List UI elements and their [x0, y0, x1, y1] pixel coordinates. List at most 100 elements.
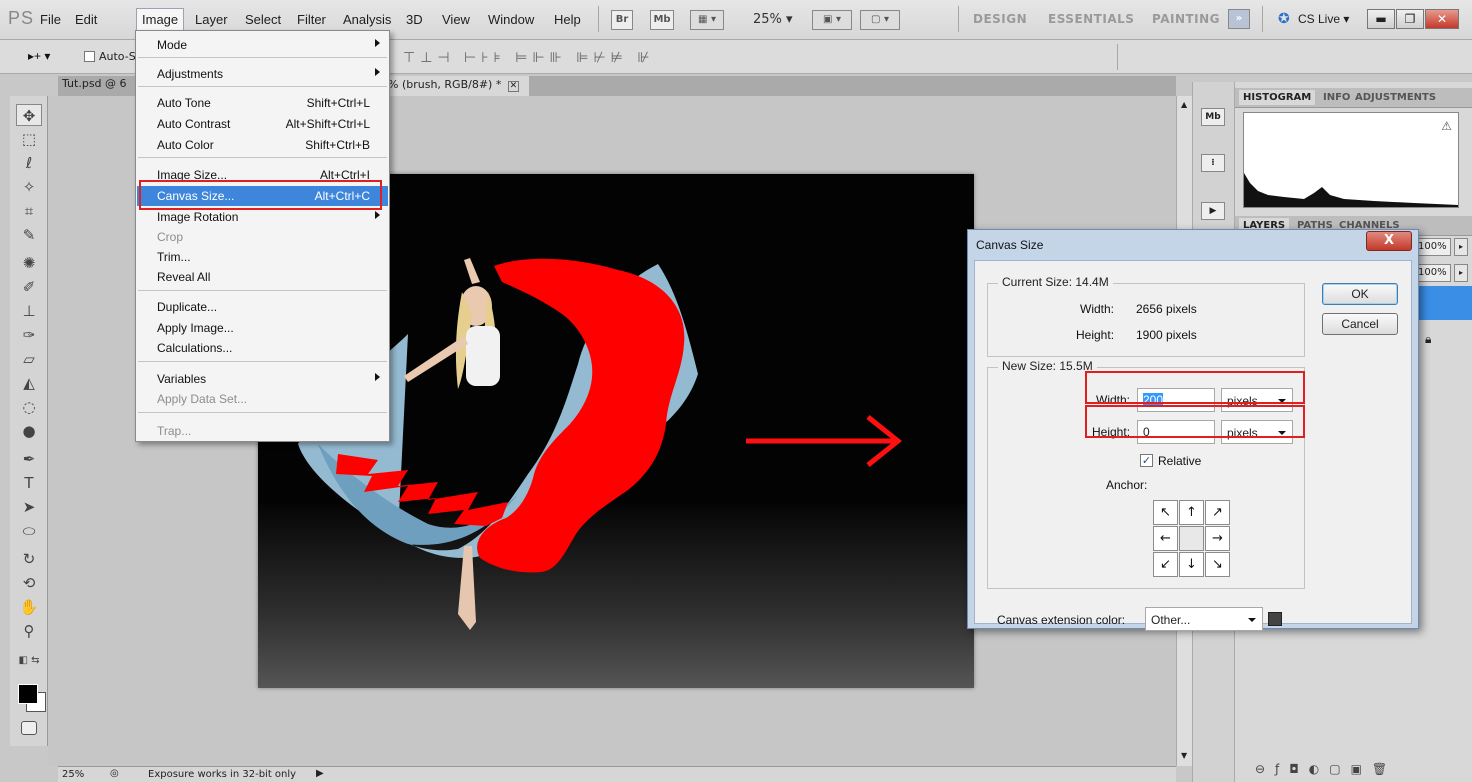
spot-healing-tool-icon[interactable]: ✺	[16, 252, 42, 274]
quick-mask-icon[interactable]	[21, 721, 37, 735]
anchor-cell-6[interactable]: ↙	[1153, 552, 1178, 577]
tool-preset-picker[interactable]: ▸+ ▾	[28, 49, 50, 63]
3d-rotate-tool-icon[interactable]: ↻	[16, 548, 42, 570]
eraser-tool-icon[interactable]: ▱	[16, 348, 42, 370]
paint-bucket-tool-icon[interactable]: ◭	[16, 372, 42, 394]
anchor-cell-4[interactable]	[1179, 526, 1204, 551]
menu-window[interactable]: Window	[488, 12, 534, 27]
close-tab-icon[interactable]: ✕	[507, 81, 519, 92]
menu-file[interactable]: File	[40, 12, 61, 27]
shape-tool-icon[interactable]: ⬭	[16, 520, 42, 542]
anchor-cell-2[interactable]: ↗	[1205, 500, 1230, 525]
auto-select-checkbox[interactable]	[84, 51, 95, 62]
menu-select[interactable]: Select	[245, 12, 281, 27]
menu-item-duplicate[interactable]: Duplicate...	[137, 297, 388, 317]
menu-item-calculations[interactable]: Calculations...	[137, 338, 388, 358]
document-tab-active[interactable]: % (brush, RGB/8#) * ✕	[378, 76, 529, 96]
document-tab-tut[interactable]: Tut.psd @ 6	[62, 77, 127, 90]
menu-item-mode[interactable]: Mode	[137, 35, 388, 55]
workspace-essentials[interactable]: ESSENTIALS	[1048, 12, 1134, 26]
arrange-documents-button[interactable]: ▣ ▾	[812, 10, 852, 30]
workspace-design[interactable]: DESIGN	[973, 12, 1027, 26]
menu-filter[interactable]: Filter	[297, 12, 326, 27]
crop-tool-icon[interactable]: ⌗	[16, 200, 42, 222]
tab-histogram[interactable]: HISTOGRAM	[1239, 90, 1316, 105]
menu-view[interactable]: View	[442, 12, 470, 27]
zoom-tool-icon[interactable]: ⚲	[16, 620, 42, 642]
extension-color-swatch[interactable]	[1268, 612, 1282, 626]
anchor-cell-5[interactable]: →	[1205, 526, 1230, 551]
menu-item-image-rotation[interactable]: Image Rotation	[137, 207, 388, 227]
type-tool-icon[interactable]: T	[16, 472, 42, 494]
actions-panel-icon[interactable]: ▶	[1201, 202, 1225, 220]
zoom-level-menu[interactable]: 25% ▾	[753, 12, 793, 27]
workspace-painting[interactable]: PAINTING	[1152, 12, 1220, 26]
menu-item-trim[interactable]: Trim...	[137, 247, 388, 267]
screen-mode-button[interactable]: ▢ ▾	[860, 10, 900, 30]
fill-field[interactable]: 100%	[1415, 264, 1451, 282]
menu-analysis[interactable]: Analysis	[343, 12, 391, 27]
eyedropper-tool-icon[interactable]: ✎	[16, 224, 42, 246]
view-extras-button[interactable]: ▦ ▾	[690, 10, 724, 30]
more-workspaces-button[interactable]: »	[1228, 9, 1250, 29]
anchor-cell-8[interactable]: ↘	[1205, 552, 1230, 577]
extension-color-select[interactable]: Other...	[1145, 607, 1263, 631]
layer-panel-buttons[interactable]: ⊖ƒ◘◐▢▣🗑︎	[1255, 762, 1397, 776]
menu-3d[interactable]: 3D	[406, 12, 423, 27]
bridge-button[interactable]: Br	[611, 10, 633, 30]
path-selection-tool-icon[interactable]: ➤	[16, 496, 42, 518]
menu-item-auto-contrast[interactable]: Auto Contrast Alt+Shift+Ctrl+L	[137, 114, 388, 134]
opacity-field[interactable]: 100%	[1415, 238, 1451, 256]
menu-image[interactable]: Image	[136, 8, 185, 31]
tab-adjustments[interactable]: ADJUSTMENTS	[1355, 92, 1436, 103]
align-distribute-icons[interactable]: ⊤⊥⊣ ⊢⊦⊧ ⊨⊩⊪ ⊫⊬⊭ ⊮	[403, 50, 655, 66]
scroll-down-icon[interactable]: ▼	[1181, 751, 1187, 760]
menu-item-adjustments[interactable]: Adjustments	[137, 64, 388, 84]
status-menu-arrow-icon[interactable]: ▶	[316, 768, 324, 779]
3d-orbit-tool-icon[interactable]: ⟲	[16, 572, 42, 594]
menu-help[interactable]: Help	[554, 12, 581, 27]
menu-edit[interactable]: Edit	[75, 12, 97, 27]
status-info-icon[interactable]: ◎	[110, 768, 119, 779]
quick-selection-tool-icon[interactable]: ✧	[16, 176, 42, 198]
blur-tool-icon[interactable]: ◌	[16, 396, 42, 418]
menu-item-auto-color[interactable]: Auto Color Shift+Ctrl+B	[137, 135, 388, 155]
anchor-cell-3[interactable]: ←	[1153, 526, 1178, 551]
tab-info[interactable]: INFO	[1323, 92, 1350, 103]
fill-arrow-icon[interactable]: ▸	[1454, 264, 1468, 282]
history-panel-icon[interactable]: ⁝	[1201, 154, 1225, 172]
dialog-close-button[interactable]: X	[1366, 231, 1412, 251]
history-brush-tool-icon[interactable]: ✑	[16, 324, 42, 346]
pen-tool-icon[interactable]: ✒	[16, 448, 42, 470]
cslive-menu[interactable]: CS Live ▾	[1298, 12, 1349, 26]
brush-tool-icon[interactable]: ✐	[16, 276, 42, 298]
menu-item-apply-image[interactable]: Apply Image...	[137, 318, 388, 338]
lasso-tool-icon[interactable]: ℓ	[16, 152, 42, 174]
anchor-cell-1[interactable]: ↑	[1179, 500, 1204, 525]
dodge-tool-icon[interactable]: ●	[16, 420, 42, 442]
close-icon[interactable]: ✕	[1425, 9, 1459, 29]
anchor-cell-7[interactable]: ↓	[1179, 552, 1204, 577]
menu-item-auto-tone[interactable]: Auto Tone Shift+Ctrl+L	[137, 93, 388, 113]
foreground-color-swatch[interactable]	[18, 684, 38, 704]
minibridge-button[interactable]: Mb	[650, 10, 674, 30]
cancel-button[interactable]: Cancel	[1322, 313, 1398, 335]
status-zoom[interactable]: 25%	[62, 769, 84, 780]
menu-item-variables[interactable]: Variables	[137, 369, 388, 389]
restore-icon[interactable]: ❐	[1396, 9, 1424, 29]
anchor-cell-0[interactable]: ↖	[1153, 500, 1178, 525]
relative-checkbox[interactable]: ✓	[1140, 454, 1153, 467]
minimize-icon[interactable]: ▬	[1367, 9, 1395, 29]
scroll-up-icon[interactable]: ▲	[1181, 100, 1187, 109]
hand-tool-icon[interactable]: ✋	[16, 596, 42, 618]
menu-item-reveal-all[interactable]: Reveal All	[137, 267, 388, 287]
minibridge-panel-icon[interactable]: Mb	[1201, 108, 1225, 126]
move-tool-icon[interactable]: ✥	[16, 104, 42, 126]
menu-layer[interactable]: Layer	[195, 12, 228, 27]
marquee-tool-icon[interactable]: ⬚	[16, 128, 42, 150]
clone-stamp-tool-icon[interactable]: ⊥	[16, 300, 42, 322]
opacity-arrow-icon[interactable]: ▸	[1454, 238, 1468, 256]
ok-button[interactable]: OK	[1322, 283, 1398, 305]
default-colors-icon[interactable]: ◧ ⇆	[16, 650, 42, 672]
selected-layer-row[interactable]	[1413, 286, 1472, 320]
